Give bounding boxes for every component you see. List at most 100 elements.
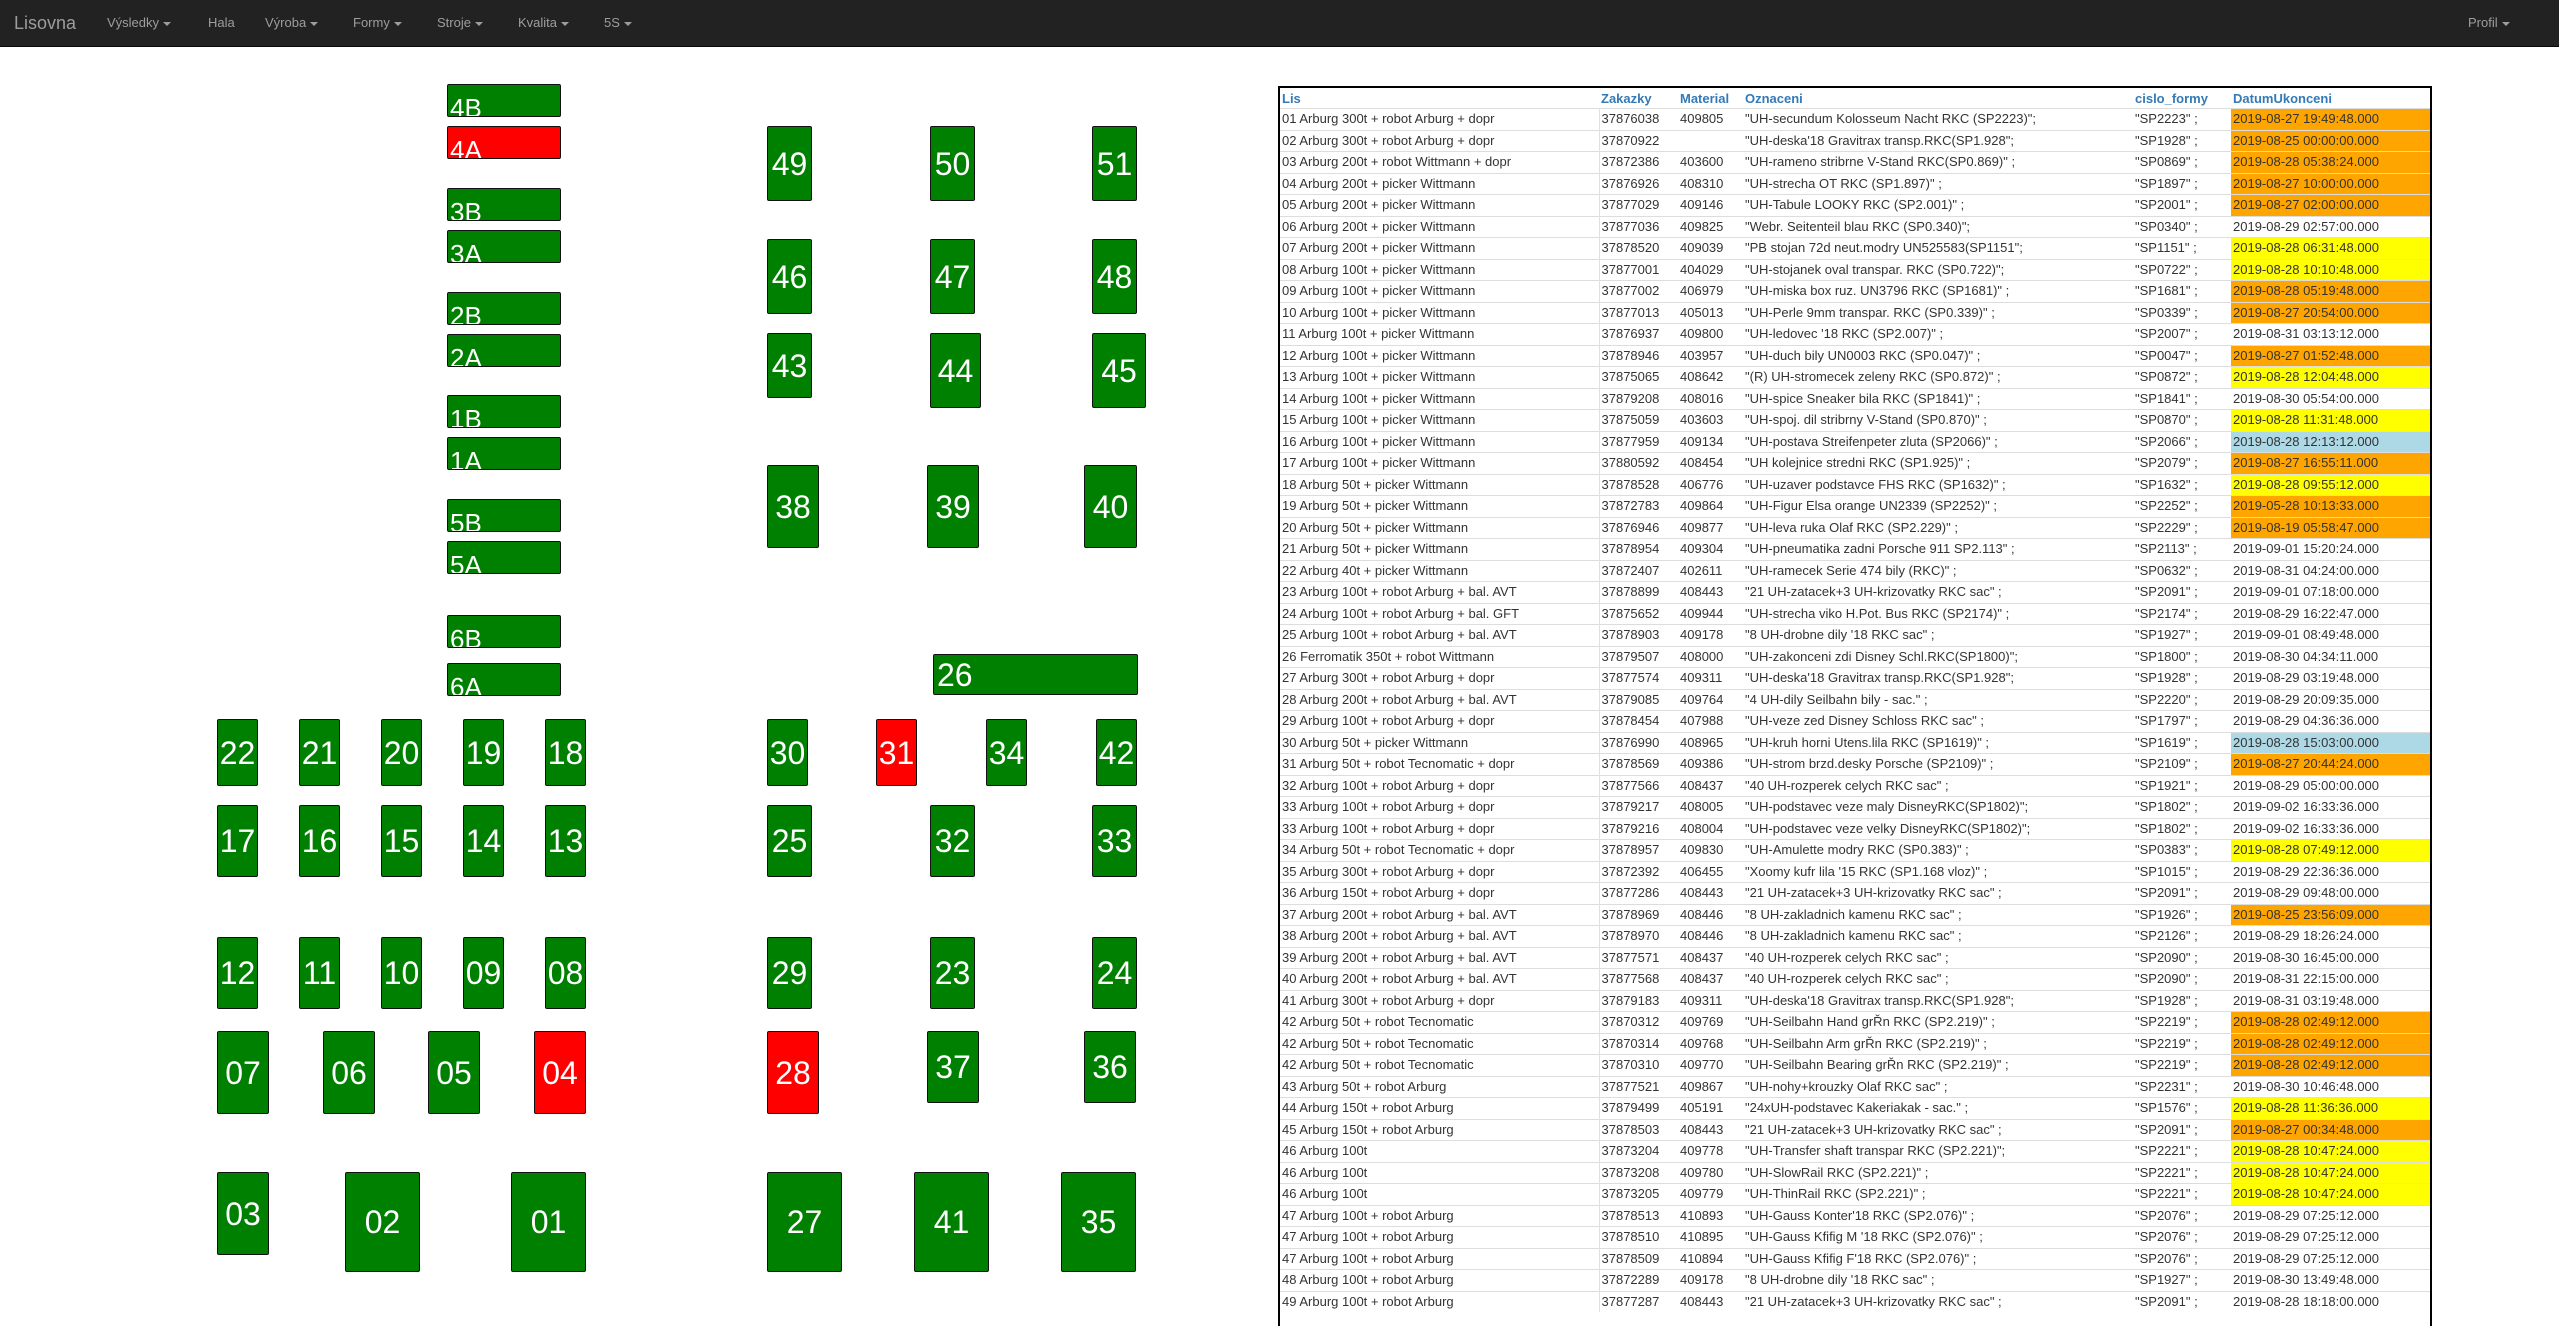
machine-label: 37 [935,1049,971,1085]
cell-datum-ukonceni: 2019-08-29 05:00:00.000 [2231,774,2430,797]
machine-44[interactable]: 44 [930,333,981,408]
machine-17[interactable]: 17 [217,805,258,877]
machine-32[interactable]: 32 [930,805,975,877]
machine-21[interactable]: 21 [299,719,340,786]
machine-3b[interactable]: 3B [447,188,561,221]
machine-04[interactable]: 04 [534,1031,586,1114]
cell-material: 408454 [1678,452,1743,474]
machine-1b[interactable]: 1B [447,395,561,428]
col-header-cislo-formy[interactable]: cislo_formy [2133,88,2231,109]
machine-13[interactable]: 13 [545,805,586,877]
machine-42[interactable]: 42 [1096,719,1137,786]
machine-2a[interactable]: 2A [447,334,561,367]
caret-down-icon [163,21,172,26]
machine-03[interactable]: 03 [217,1172,269,1255]
machine-25[interactable]: 25 [767,805,812,877]
machine-06[interactable]: 06 [323,1031,375,1114]
machine-28[interactable]: 28 [767,1031,819,1114]
machine-29[interactable]: 29 [767,937,812,1009]
cell-zakazky: 37879208 [1599,387,1678,410]
machine-49[interactable]: 49 [767,126,812,201]
nav-kvalita[interactable]: Kvalita [518,0,570,46]
cell-oznaceni: "UH-Perle 9mm transpar. RKC (SP0.339)" ; [1743,301,2133,324]
brand-link[interactable]: Lisovna [14,0,76,46]
machine-33[interactable]: 33 [1092,805,1137,877]
machine-43[interactable]: 43 [767,333,812,398]
machine-08[interactable]: 08 [545,937,586,1009]
machine-12[interactable]: 12 [217,937,258,1009]
machine-label: 02 [364,1204,401,1240]
machine-20[interactable]: 20 [381,719,422,786]
cell-oznaceni: "UH-deska'18 Gravitrax transp.RKC(SP1.92… [1743,129,2133,152]
machine-05[interactable]: 05 [428,1031,480,1114]
machine-39[interactable]: 39 [927,465,979,548]
cell-datum-ukonceni: 2019-08-25 00:00:00.000 [2231,129,2430,152]
cell-zakazky: 37877036 [1599,215,1678,238]
machine-34[interactable]: 34 [986,719,1027,786]
machine-48[interactable]: 48 [1092,239,1137,314]
machine-6b[interactable]: 6B [447,615,561,648]
nav-profil[interactable]: Profil [2468,0,2510,46]
machine-07[interactable]: 07 [217,1031,269,1114]
nav-formy[interactable]: Formy [353,0,402,46]
machine-18[interactable]: 18 [545,719,586,786]
machine-01[interactable]: 01 [511,1172,586,1272]
machine-26[interactable]: 26 [933,654,1138,695]
machine-label: 1A [450,446,482,470]
col-header-oznaceni[interactable]: Oznaceni [1743,88,2133,109]
machine-22[interactable]: 22 [217,719,258,786]
machine-4b[interactable]: 4B [447,84,561,117]
machine-02[interactable]: 02 [345,1172,420,1272]
col-header-datum-ukonceni[interactable]: DatumUkonceni [2231,88,2430,109]
machine-36[interactable]: 36 [1084,1031,1136,1103]
machine-38[interactable]: 38 [767,465,819,548]
col-header-material[interactable]: Material [1678,88,1743,109]
machine-10[interactable]: 10 [381,937,422,1009]
cell-datum-ukonceni: 2019-08-27 01:52:48.000 [2231,344,2430,367]
cell-oznaceni: "UH-ramecek Serie 474 bily (RKC)" ; [1743,559,2133,582]
machine-50[interactable]: 50 [930,126,975,201]
machine-23[interactable]: 23 [930,937,975,1009]
cell-datum-ukonceni: 2019-08-28 10:47:24.000 [2231,1183,2430,1205]
machine-6a[interactable]: 6A [447,663,561,696]
machine-2b[interactable]: 2B [447,292,561,325]
cell-oznaceni: "UH-veze zed Disney Schloss RKC sac" ; [1743,710,2133,732]
machine-5b[interactable]: 5B [447,499,561,532]
col-header-lis[interactable]: Lis [1280,88,1599,109]
nav-vyroba[interactable]: Výroba [265,0,319,46]
caret-down-icon [474,21,483,26]
machine-46[interactable]: 46 [767,239,812,314]
machine-45[interactable]: 45 [1092,333,1146,408]
machine-30[interactable]: 30 [767,719,808,786]
machine-24[interactable]: 24 [1092,937,1137,1009]
table-row: 43 Arburg 50t + robot Arburg 37877521 4098… [1280,1075,2430,1098]
nav-hala[interactable]: Hala [208,0,235,46]
nav-5s[interactable]: 5S [604,0,632,46]
nav-stroje[interactable]: Stroje [437,0,483,46]
machine-31[interactable]: 31 [876,719,917,786]
machine-14[interactable]: 14 [463,805,504,877]
cell-material: 409768 [1678,1032,1743,1055]
nav-vysledky[interactable]: Výsledky [107,0,172,46]
machine-15[interactable]: 15 [381,805,422,877]
machine-37[interactable]: 37 [927,1031,979,1103]
machine-41[interactable]: 41 [914,1172,989,1272]
cell-zakazky: 37875652 [1599,602,1678,625]
machine-09[interactable]: 09 [463,937,504,1009]
machine-1a[interactable]: 1A [447,437,561,470]
machine-label: 43 [771,347,808,384]
machine-27[interactable]: 27 [767,1172,842,1272]
machine-51[interactable]: 51 [1092,126,1137,201]
machine-19[interactable]: 19 [463,719,504,786]
machine-40[interactable]: 40 [1084,465,1137,548]
col-header-zakazky[interactable]: Zakazky [1599,88,1678,109]
machine-label: 09 [465,955,502,991]
machine-3a[interactable]: 3A [447,230,561,263]
machine-47[interactable]: 47 [930,239,975,314]
machine-4a[interactable]: 4A [447,126,561,159]
machine-11[interactable]: 11 [299,937,340,1009]
machine-35[interactable]: 35 [1061,1172,1136,1272]
cell-cislo-formy: "SP0872" ; [2133,366,2231,388]
machine-5a[interactable]: 5A [447,541,561,574]
machine-16[interactable]: 16 [299,805,340,877]
